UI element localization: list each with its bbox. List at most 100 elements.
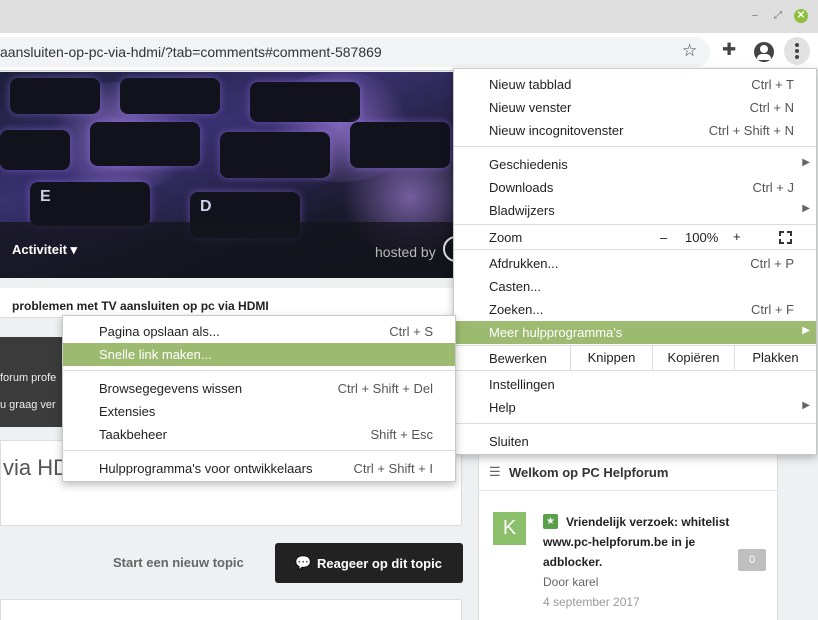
reply-topic-button[interactable]: 💬 Reageer op dit topic [275,543,463,583]
fullscreen-icon[interactable] [779,231,792,244]
menu-settings[interactable]: Instellingen [454,373,816,396]
menu-help[interactable]: Help ▶ [454,396,816,419]
menu-incognito-shortcut: Ctrl + Shift + N [708,123,794,138]
hosted-by-label: hosted by [375,244,436,260]
menu-more-tools[interactable]: Meer hulpprogramma's ▶ [454,321,816,344]
submenu-extensions[interactable]: Extensies [63,400,455,423]
menu-edit-row: Bewerken Knippen Kopiëren Plakken [454,346,816,370]
menu-print-shortcut: Ctrl + P [750,256,794,271]
menu-history[interactable]: Geschiedenis ▶ [454,153,816,176]
reply-count-badge: 0 [738,549,766,571]
menu-print[interactable]: Afdrukken... Ctrl + P [454,252,816,275]
submenu-create-shortcut[interactable]: Snelle link maken... [63,343,455,366]
forum-navbar: Activiteit ▾ hosted by [0,222,462,278]
hero-keyboard-image: E D Activiteit ▾ hosted by [0,72,462,278]
menu-exit[interactable]: Sluiten [454,430,816,453]
chevron-right-icon: ▶ [802,203,810,214]
task-manager-shortcut: Shift + Esc [370,427,434,442]
maximize-icon[interactable]: ⤢ [771,9,785,23]
extensions-icon[interactable]: ✚ [722,40,742,60]
intro-line-1: forum profe [0,372,57,384]
breadcrumb: problemen met TV aansluiten op pc via HD… [0,288,462,318]
menu-new-window[interactable]: Nieuw venster Ctrl + N [454,96,816,119]
minimize-icon[interactable]: – [748,9,762,23]
bookmark-star-icon[interactable]: ☆ [682,41,697,61]
menu-incognito-label: Nieuw incognitovenster [489,123,624,138]
menu-help-label: Help [489,400,516,415]
post-box [0,599,462,620]
menu-exit-label: Sluiten [489,434,529,449]
menu-find[interactable]: Zoeken... Ctrl + F [454,298,816,321]
activity-menu[interactable]: Activiteit ▾ [12,242,77,258]
menu-cast[interactable]: Casten... [454,275,816,298]
menu-zoom-label: Zoom [489,230,523,245]
caret-down-icon: ▾ [70,242,78,257]
topic-title: via HD [3,455,70,480]
widget-header: ☰ Welkom op PC Helpforum [479,453,779,491]
clear-data-label: Browsegegevens wissen [99,381,243,396]
menu-find-label: Zoeken... [489,302,544,317]
save-page-label: Pagina opslaan als... [99,324,220,339]
submenu-clear-browsing-data[interactable]: Browsegegevens wissen Ctrl + Shift + Del [63,377,455,400]
zoom-out-button[interactable]: – [660,230,667,245]
create-shortcut-label: Snelle link maken... [99,347,212,362]
profile-icon[interactable] [754,42,774,62]
cut-button[interactable]: Knippen [570,346,652,370]
menu-find-shortcut: Ctrl + F [751,302,794,317]
more-tools-submenu: Pagina opslaan als... Ctrl + S Snelle li… [62,315,456,482]
menu-history-label: Geschiedenis [489,157,568,172]
browser-main-menu: Nieuw tabblad Ctrl + T Nieuw venster Ctr… [453,68,817,455]
chevron-right-icon: ▶ [802,157,810,168]
welcome-widget: ☰ Welkom op PC Helpforum K ★ Vriendelijk… [478,452,779,620]
menu-edit-label: Bewerken [489,351,547,366]
post-title-line-2[interactable]: www.pc-helpforum.be in je [543,535,695,549]
window-titlebar: – ⤢ ✕ [0,0,818,33]
submenu-task-manager[interactable]: Taakbeheer Shift + Esc [63,423,455,446]
menu-new-window-label: Nieuw venster [489,100,572,115]
menu-new-tab-label: Nieuw tabblad [489,77,572,92]
menu-downloads[interactable]: Downloads Ctrl + J [454,176,816,199]
menu-kebab-icon[interactable] [784,37,810,65]
avatar[interactable]: K [493,512,526,545]
key-e: E [30,182,150,226]
zoom-in-button[interactable]: + [733,229,741,244]
menu-new-tab[interactable]: Nieuw tabblad Ctrl + T [454,73,816,96]
paste-button[interactable]: Plakken [734,346,816,370]
intro-line-2: u graag ver [0,399,56,411]
submenu-developer-tools[interactable]: Hulpprogramma's voor ontwikkelaars Ctrl … [63,457,455,480]
zoom-level: 100% [685,230,719,245]
copy-button[interactable]: Kopiëren [652,346,734,370]
menu-bookmarks-label: Bladwijzers [489,203,555,218]
menu-downloads-shortcut: Ctrl + J [752,180,794,195]
menu-downloads-label: Downloads [489,180,554,195]
post-date: 4 september 2017 [543,595,640,609]
forum-intro-box: forum profe u graag ver [0,337,70,427]
menu-zoom: Zoom – 100% + [454,226,816,249]
address-url[interactable]: aansluiten-op-pc-via-hdmi/?tab=comments#… [0,44,382,60]
menu-new-incognito[interactable]: Nieuw incognitovenster Ctrl + Shift + N [454,119,816,142]
clear-data-shortcut: Ctrl + Shift + Del [337,381,433,396]
post-title-line-3[interactable]: adblocker. [543,555,602,569]
widget-title: Welkom op PC Helpforum [509,465,669,480]
breadcrumb-current[interactable]: problemen met TV aansluiten op pc via HD… [12,299,269,313]
post-title-line-1[interactable]: Vriendelijk verzoek: whitelist [566,515,729,529]
menu-print-label: Afdrukken... [489,256,559,271]
browser-toolbar: aansluiten-op-pc-via-hdmi/?tab=comments#… [0,33,818,71]
close-window-icon[interactable]: ✕ [794,9,808,23]
menu-new-window-shortcut: Ctrl + N [749,100,794,115]
submenu-save-page[interactable]: Pagina opslaan als... Ctrl + S [63,320,455,343]
reply-topic-label: Reageer op dit topic [317,556,442,571]
start-topic-link[interactable]: Start een nieuw topic [113,555,244,570]
extensions-label: Extensies [99,404,156,419]
dev-tools-shortcut: Ctrl + Shift + I [353,461,433,476]
address-bar[interactable]: aansluiten-op-pc-via-hdmi/?tab=comments#… [0,37,710,67]
post-author: Door karel [543,575,599,589]
save-page-shortcut: Ctrl + S [389,324,433,339]
list-icon: ☰ [489,464,501,479]
menu-settings-label: Instellingen [489,377,555,392]
menu-more-tools-label: Meer hulpprogramma's [489,325,623,340]
task-manager-label: Taakbeheer [99,427,167,442]
speech-bubble-icon: 💬 [295,555,312,570]
chevron-right-icon: ▶ [802,400,810,411]
menu-bookmarks[interactable]: Bladwijzers ▶ [454,199,816,222]
